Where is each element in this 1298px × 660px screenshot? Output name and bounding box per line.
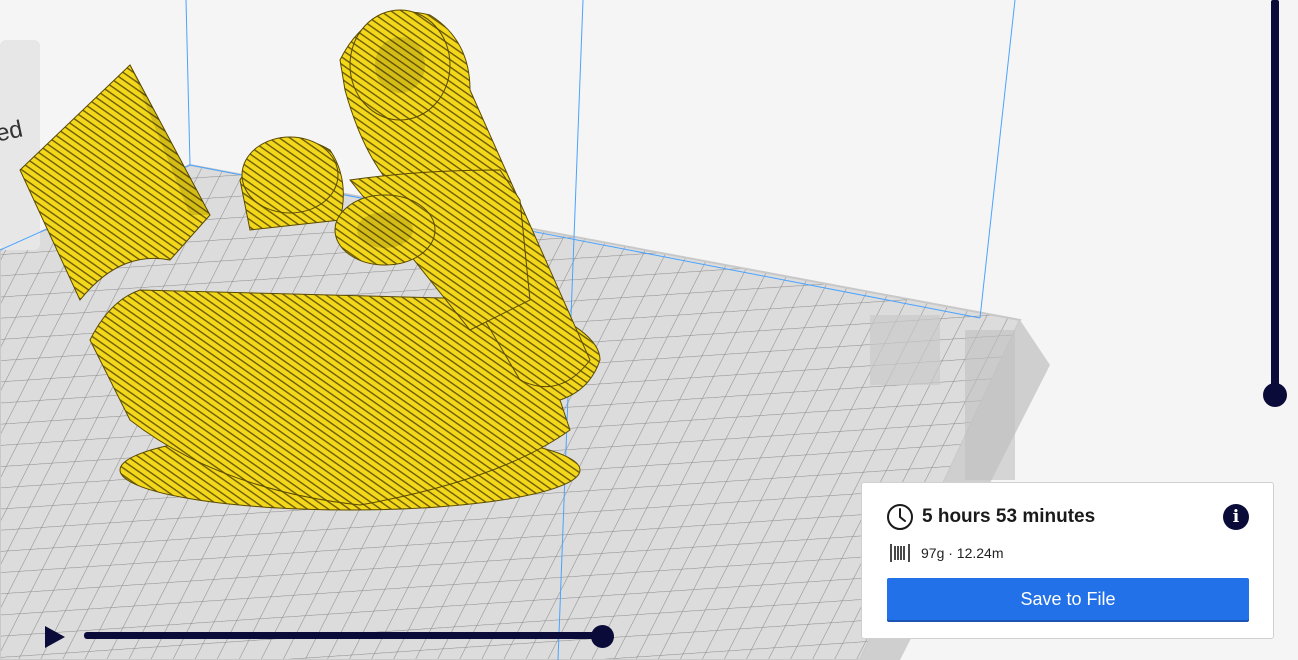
simulation-slider-track[interactable]: [84, 632, 604, 639]
material-usage: 97g · 12.24m: [921, 545, 1004, 561]
print-output-panel: 5 hours 53 minutes i 97g · 12.24m Save t…: [861, 482, 1274, 639]
save-to-file-button[interactable]: Save to File: [887, 578, 1249, 620]
print-time: 5 hours 53 minutes: [922, 506, 1096, 527]
play-icon[interactable]: [42, 624, 68, 650]
filament-spool-icon: [889, 542, 911, 564]
printer-clip-right: [965, 330, 1015, 480]
print-time-row: 5 hours 53 minutes: [886, 503, 1095, 531]
clock-icon: [886, 503, 914, 531]
layer-slider-track[interactable]: [1271, 0, 1279, 395]
simulation-slider-handle[interactable]: [591, 625, 614, 648]
layer-slider-handle[interactable]: [1263, 383, 1287, 407]
printer-clip: [870, 315, 940, 385]
info-icon[interactable]: i: [1223, 504, 1249, 530]
material-row: 97g · 12.24m: [889, 542, 1004, 564]
